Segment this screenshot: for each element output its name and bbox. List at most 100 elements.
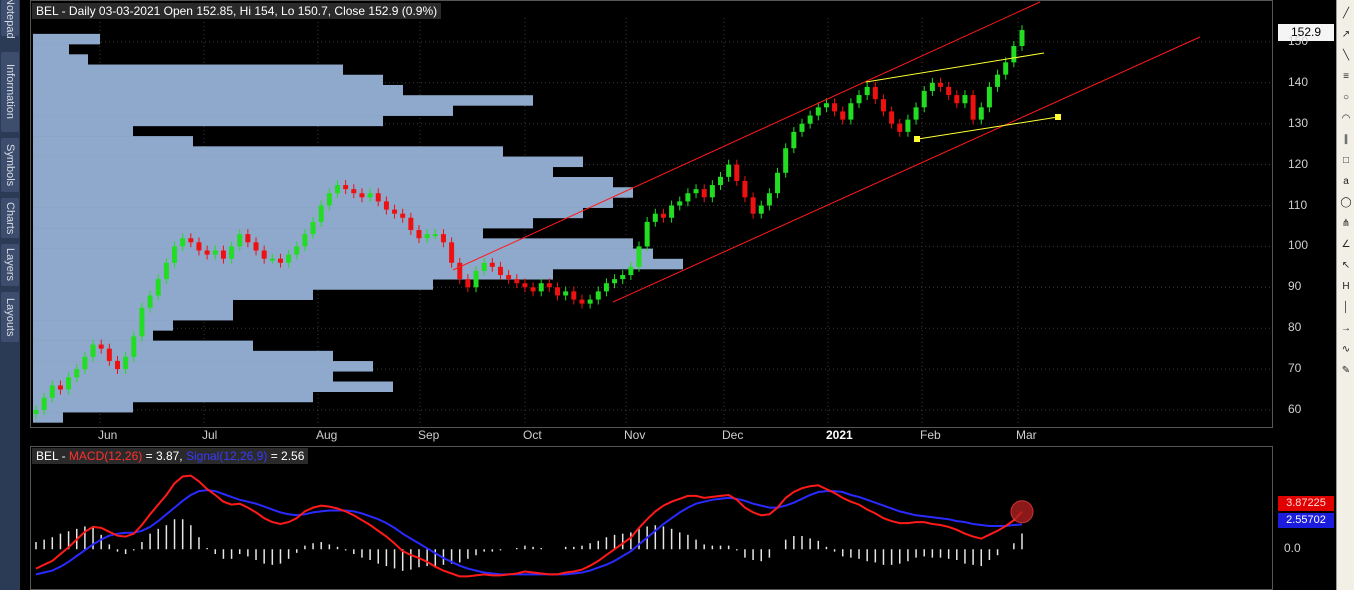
ray-tool-icon[interactable]: ↗ (1338, 27, 1354, 42)
cycle-tool-icon[interactable]: ○ (1338, 90, 1354, 105)
vline-tool-icon[interactable]: │ (1338, 300, 1354, 315)
volume-profile-bar (33, 228, 483, 239)
ellipse-tool-icon[interactable]: ◯ (1338, 195, 1354, 210)
candle-body (823, 103, 829, 108)
candle-body (367, 193, 373, 198)
macd-title-macd-value: = 3.87, (142, 449, 186, 463)
candle-body (98, 344, 104, 349)
candle-body (669, 205, 675, 218)
candle-body (856, 95, 862, 104)
candle-body (375, 193, 381, 202)
crossover-marker (1010, 500, 1034, 524)
candle-body (473, 270, 479, 288)
candle-body (546, 283, 552, 288)
line-tool-icon[interactable]: ╱ (1338, 6, 1354, 21)
candle-body (995, 74, 1001, 87)
wedge-lower-line (917, 116, 1059, 140)
candle-body (897, 123, 903, 132)
candle-body (383, 201, 389, 210)
candle-body (41, 397, 47, 410)
candle-body (196, 242, 202, 251)
candle-body (497, 266, 503, 276)
volume-profile-bar (33, 299, 233, 311)
volume-profile-bar (33, 156, 583, 168)
candle-body (783, 148, 789, 173)
candle-body (245, 234, 251, 243)
candle-body (807, 115, 813, 124)
candle-body (335, 185, 341, 194)
candle-body (652, 213, 658, 222)
macd-line (35, 474, 1023, 578)
candle-body (612, 279, 618, 284)
candle-body (326, 193, 332, 206)
volume-profile-bar (33, 44, 69, 55)
candle-body (758, 205, 764, 214)
candle-body (530, 287, 536, 292)
text-tool-icon[interactable]: a (1338, 174, 1354, 189)
arrow-tool-icon[interactable]: → (1338, 321, 1354, 336)
note-tool-icon[interactable]: ✎ (1338, 363, 1354, 378)
candle-body (155, 279, 161, 296)
wedge-upper-line (865, 52, 1045, 83)
rectangle-tool-icon[interactable]: □ (1338, 153, 1354, 168)
candle-body (318, 205, 324, 222)
price-axis-tick: 90 (1288, 279, 1302, 294)
candle-body (734, 164, 740, 181)
volume-profile-bar (33, 289, 313, 300)
candle-body (416, 230, 422, 239)
candle-body (1019, 30, 1025, 46)
hline-tool-icon[interactable]: H (1338, 279, 1354, 294)
candle-body (449, 242, 455, 263)
candle-body (90, 344, 96, 357)
chart-canvas[interactable] (0, 0, 1336, 590)
candle-body (66, 377, 72, 390)
volume-profile-bar (33, 105, 453, 116)
gann-tool-icon[interactable]: ∠ (1338, 237, 1354, 252)
volume-profile-bar (33, 309, 233, 321)
candle-body (921, 90, 927, 108)
price-axis-tick: 60 (1288, 402, 1302, 416)
candle-body (872, 86, 878, 100)
candle-body (563, 291, 569, 296)
price-axis-tick: 70 (1288, 361, 1302, 376)
candle-body (106, 348, 112, 361)
arc-tool-icon[interactable]: ◠ (1338, 111, 1354, 126)
candle-body (49, 385, 55, 398)
volume-profile-bar (33, 401, 133, 413)
volume-profile-bar (33, 64, 343, 76)
candle-body (685, 193, 691, 202)
candle-body (204, 250, 210, 255)
volume-profile-bar (33, 238, 633, 249)
candle-body (962, 95, 968, 104)
candle-body (261, 250, 267, 259)
channel-tool-icon[interactable]: ∥ (1338, 132, 1354, 147)
candle-body (180, 238, 186, 247)
candle-body (644, 221, 650, 247)
macd-title-prefix: BEL - (36, 449, 69, 463)
candle-body (457, 262, 463, 280)
candle-body (579, 299, 585, 304)
macd-title-signal-value: = 2.56 (267, 449, 305, 463)
volume-profile-bar (33, 320, 173, 331)
candle-body (628, 266, 634, 276)
fib-tool-icon[interactable]: ≡ (1338, 69, 1354, 84)
time-axis-tick: Aug (316, 428, 338, 442)
macd-title: BEL - MACD(12,26) = 3.87, Signal(12,26,9… (32, 448, 309, 464)
volume-profile-bar (33, 95, 533, 106)
pitchfork-tool-icon[interactable]: ⋔ (1338, 216, 1354, 231)
trend-tool-icon[interactable]: ╲ (1338, 48, 1354, 63)
candle-body (726, 164, 732, 177)
candle-body (188, 238, 194, 243)
candle-body (253, 242, 259, 251)
wave-tool-icon[interactable]: ∿ (1338, 342, 1354, 357)
candle-body (970, 95, 976, 120)
candle-body (571, 291, 577, 300)
candle-body (269, 258, 275, 261)
time-axis-tick: Dec (722, 428, 744, 442)
cursor-tool-icon[interactable]: ↖ (1338, 258, 1354, 273)
candle-body (709, 185, 715, 198)
volume-profile-bar (33, 33, 100, 45)
candle-body (750, 197, 756, 214)
candle-body (978, 107, 984, 120)
volume-profile-bar (33, 279, 433, 290)
